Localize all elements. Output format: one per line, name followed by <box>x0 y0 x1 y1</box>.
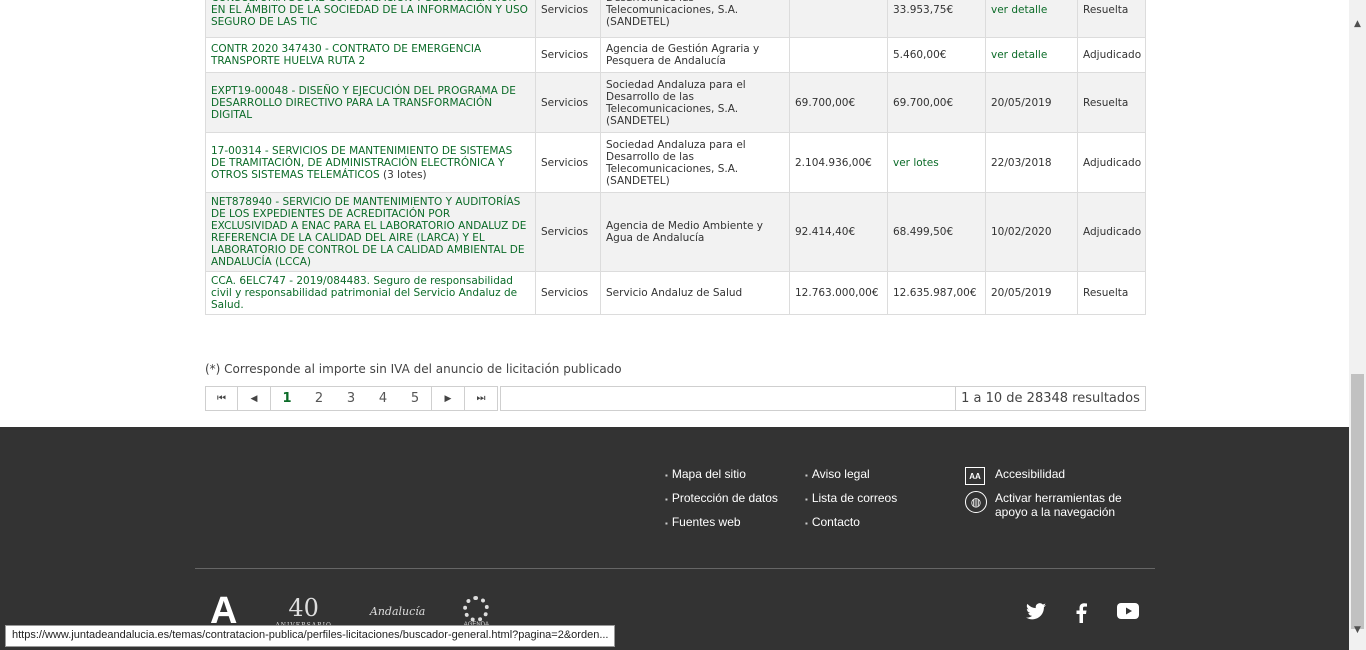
cell-importe: 2.104.936,00€ <box>789 132 888 193</box>
contract-link[interactable]: EXPT19-00048 - DISEÑO Y EJECUCIÓN DEL PR… <box>211 85 516 121</box>
cell-adjudicacion: 12.635.987,00€ <box>887 271 986 315</box>
first-page-button[interactable]: ⏮ <box>205 386 238 411</box>
footer-link-lista[interactable]: Lista de correos <box>805 491 897 505</box>
footer-link-proteccion[interactable]: Protección de datos <box>665 491 778 505</box>
contract-link[interactable]: NET878940 - SERVICIO DE MANTENIMIENTO Y … <box>211 196 526 268</box>
footer-link-fuentes[interactable]: Fuentes web <box>665 515 741 529</box>
cell-importe <box>789 0 888 38</box>
andalucia-logo: Andalucía <box>369 605 426 618</box>
first-page-icon: ⏮ <box>217 393 226 404</box>
browser-status-url: https://www.juntadeandalucia.es/temas/co… <box>5 625 616 647</box>
last-page-button[interactable]: ⏭ <box>465 386 498 411</box>
accesibilidad-link[interactable]: AA Accesibilidad <box>965 467 1065 485</box>
youtube-icon[interactable] <box>1117 603 1139 628</box>
table-row: CONSULTORÍA SOBRE COMUNICACIÓN Y SENSIBI… <box>205 0 1146 38</box>
anniversary-logo: 40 ANIVERSARIO <box>275 594 330 629</box>
cell-adjudicacion: 68.499,50€ <box>887 192 986 272</box>
cell-organo: Desarrollo de las Telecomunicaciones, S.… <box>600 0 790 38</box>
cell-importe: 12.763.000,00€ <box>789 271 888 315</box>
cell-importe: 69.700,00€ <box>789 72 888 133</box>
footer-link-aviso[interactable]: Aviso legal <box>805 467 870 481</box>
page-1[interactable]: 1 <box>271 387 303 410</box>
cell-organo: Sociedad Andaluza para el Desarrollo de … <box>600 72 790 133</box>
globe-icon: ◍ <box>965 491 987 513</box>
cell-tipo: Servicios <box>535 37 601 73</box>
scroll-up-icon[interactable]: ▲ <box>1349 15 1366 32</box>
cell-adjudicacion: 33.953,75€ <box>887 0 986 38</box>
page-3[interactable]: 3 <box>335 387 367 410</box>
cell-adjudicacion: 69.700,00€ <box>887 72 986 133</box>
cell-fecha: 20/05/2019 <box>985 72 1078 133</box>
twitter-icon[interactable] <box>1026 603 1046 628</box>
page-4[interactable]: 4 <box>367 387 399 410</box>
page-5[interactable]: 5 <box>399 387 431 410</box>
results-count: 1 a 10 de 28348 resultados <box>956 386 1146 411</box>
cell-tipo: Servicios <box>535 72 601 133</box>
cell-importe: 92.414,40€ <box>789 192 888 272</box>
cell-organo: Agencia de Gestión Agraria y Pesquera de… <box>600 37 790 73</box>
prev-page-button[interactable]: ◀ <box>238 386 271 411</box>
cell-tipo: Servicios <box>535 271 601 315</box>
vertical-scrollbar[interactable]: ▲ ▼ <box>1349 0 1366 650</box>
table-row: CONTR 2020 347430 - CONTRATO DE EMERGENC… <box>205 37 1146 73</box>
ver-detalle-link[interactable]: ver detalle <box>991 4 1047 16</box>
cell-adjudicacion: 5.460,00€ <box>887 37 986 73</box>
contract-link[interactable]: CONTR 2020 347430 - CONTRATO DE EMERGENC… <box>211 43 481 67</box>
table-row: 17-00314 - SERVICIOS DE MANTENIMIENTO DE… <box>205 132 1146 193</box>
pagination: ⏮ ◀ 1 2 3 4 5 ▶ ⏭ 1 a 10 de 28348 result… <box>205 386 1146 411</box>
results-table: CONSULTORÍA SOBRE COMUNICACIÓN Y SENSIBI… <box>205 0 1146 315</box>
table-row: NET878940 - SERVICIO DE MANTENIMIENTO Y … <box>205 192 1146 272</box>
next-page-icon: ▶ <box>444 393 452 404</box>
table-row: CCA. 6ELC747 - 2019/084483. Seguro de re… <box>205 271 1146 315</box>
main-content: CONSULTORÍA SOBRE COMUNICACIÓN Y SENSIBI… <box>0 0 1349 427</box>
cell-tipo: Servicios <box>535 192 601 272</box>
lotes-count: (3 lotes) <box>383 168 427 181</box>
herramientas-link[interactable]: ◍ Activar herramientas de apoyo a la nav… <box>965 491 1135 519</box>
herramientas-label: Activar herramientas de apoyo a la naveg… <box>995 491 1122 519</box>
cell-estado: Resuelta <box>1077 271 1146 315</box>
next-page-button[interactable]: ▶ <box>432 386 465 411</box>
cell-organo: Sociedad Andaluza para el Desarrollo de … <box>600 132 790 193</box>
ver-lotes-link[interactable]: ver lotes <box>893 157 939 169</box>
cell-fecha: 20/05/2019 <box>985 271 1078 315</box>
accessibility-icon: AA <box>965 467 985 485</box>
footer-link-contacto[interactable]: Contacto <box>805 515 860 529</box>
cell-estado: Adjudicado <box>1077 37 1146 73</box>
footer-link-mapa[interactable]: Mapa del sitio <box>665 467 746 481</box>
accesibilidad-label: Accesibilidad <box>995 467 1066 481</box>
scroll-thumb[interactable] <box>1351 374 1364 629</box>
cell-estado: Adjudicado <box>1077 192 1146 272</box>
cell-estado: Resuelta <box>1077 72 1146 133</box>
contract-link[interactable]: 17-00314 - SERVICIOS DE MANTENIMIENTO DE… <box>211 145 512 181</box>
social-links <box>1026 603 1139 628</box>
page-2[interactable]: 2 <box>303 387 335 410</box>
contract-link[interactable]: CCA. 6ELC747 - 2019/084483. Seguro de re… <box>211 275 517 311</box>
contract-link[interactable]: CONSULTORÍA SOBRE COMUNICACIÓN Y SENSIBI… <box>211 0 528 28</box>
cell-fecha: 22/03/2018 <box>985 132 1078 193</box>
agenda-logo: AGENDA <box>463 595 490 628</box>
last-page-icon: ⏭ <box>476 393 486 404</box>
cell-estado: Adjudicado <box>1077 132 1146 193</box>
prev-page-icon: ◀ <box>250 393 258 404</box>
cell-estado: Resuelta <box>1077 0 1146 38</box>
cell-fecha: 10/02/2020 <box>985 192 1078 272</box>
cell-tipo: Servicios <box>535 0 601 38</box>
facebook-icon[interactable] <box>1076 603 1087 628</box>
agenda-icon <box>463 595 490 622</box>
cell-importe <box>789 37 888 73</box>
site-footer: Mapa del sitio Protección de datos Fuent… <box>0 427 1349 650</box>
ver-detalle-link[interactable]: ver detalle <box>991 49 1047 61</box>
table-row: EXPT19-00048 - DISEÑO Y EJECUCIÓN DEL PR… <box>205 72 1146 133</box>
cell-tipo: Servicios <box>535 132 601 193</box>
vat-footnote: (*) Corresponde al importe sin IVA del a… <box>205 362 622 376</box>
footer-divider <box>195 568 1155 569</box>
pager-spacer <box>500 386 956 411</box>
cell-organo: Agencia de Medio Ambiente y Agua de Anda… <box>600 192 790 272</box>
scroll-down-icon[interactable]: ▼ <box>1349 621 1366 638</box>
cell-organo: Servicio Andaluz de Salud <box>600 271 790 315</box>
